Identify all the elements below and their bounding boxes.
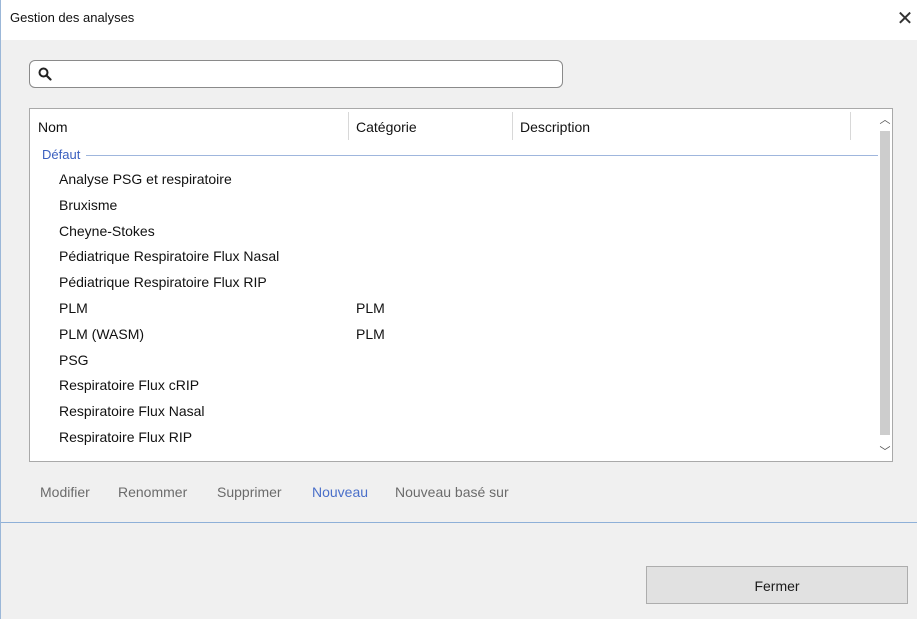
item-name: Respiratoire Flux Nasal xyxy=(59,403,205,419)
column-separator[interactable] xyxy=(512,112,513,140)
item-name: Cheyne-Stokes xyxy=(59,223,155,239)
list-item[interactable]: Cheyne-Stokes xyxy=(30,219,876,245)
group-header-default: Défaut xyxy=(42,147,878,163)
column-header-category[interactable]: Catégorie xyxy=(356,119,417,135)
search-input[interactable] xyxy=(56,64,560,86)
list-item[interactable]: PLM PLM xyxy=(30,296,876,322)
list-item[interactable]: Respiratoire Flux Nasal xyxy=(30,399,876,425)
new-button[interactable]: Nouveau xyxy=(312,484,368,500)
item-name: Bruxisme xyxy=(59,197,118,213)
list-item[interactable]: Pédiatrique Respiratoire Flux RIP xyxy=(30,270,876,296)
group-label: Défaut xyxy=(42,147,87,162)
list-header: Nom Catégorie Description xyxy=(30,109,892,145)
item-name: Analyse PSG et respiratoire xyxy=(59,171,232,187)
column-separator[interactable] xyxy=(850,112,851,140)
column-header-name[interactable]: Nom xyxy=(38,119,68,135)
list-item[interactable]: PLM (WASM) PLM xyxy=(30,322,876,348)
analysis-manager-dialog: Gestion des analyses ✕ Nom Catégorie Des… xyxy=(0,0,917,619)
item-name: PSG xyxy=(59,352,89,368)
new-based-on-button[interactable]: Nouveau basé sur xyxy=(395,484,509,500)
scroll-up-icon[interactable]: ︿ xyxy=(878,111,892,129)
vertical-scrollbar[interactable]: ︿ ﹀ xyxy=(878,109,892,461)
close-button[interactable]: Fermer xyxy=(646,566,908,604)
column-separator[interactable] xyxy=(348,112,349,140)
list-item[interactable]: Respiratoire Flux cRIP xyxy=(30,373,876,399)
item-category: PLM xyxy=(356,300,385,316)
list-item[interactable]: Analyse PSG et respiratoire xyxy=(30,167,876,193)
footer-divider xyxy=(1,522,917,523)
scroll-down-icon[interactable]: ﹀ xyxy=(878,443,892,461)
scrollbar-thumb[interactable] xyxy=(880,131,890,435)
list-item[interactable]: Respiratoire Flux RIP xyxy=(30,425,876,451)
analysis-list[interactable]: Nom Catégorie Description Défaut Analyse… xyxy=(29,108,893,462)
dialog-title: Gestion des analyses xyxy=(10,10,135,25)
item-name: PLM (WASM) xyxy=(59,326,145,342)
item-name: Pédiatrique Respiratoire Flux Nasal xyxy=(59,248,280,264)
item-name: Pédiatrique Respiratoire Flux RIP xyxy=(59,274,267,290)
list-item[interactable]: Bruxisme xyxy=(30,193,876,219)
delete-button[interactable]: Supprimer xyxy=(217,484,282,500)
rename-button[interactable]: Renommer xyxy=(118,484,187,500)
modify-button[interactable]: Modifier xyxy=(40,484,90,500)
group-divider xyxy=(42,155,878,156)
column-header-description[interactable]: Description xyxy=(520,119,590,135)
title-bar: Gestion des analyses ✕ xyxy=(1,0,917,40)
item-name: Respiratoire Flux RIP xyxy=(59,429,193,445)
list-item[interactable]: Pédiatrique Respiratoire Flux Nasal xyxy=(30,244,876,270)
close-icon[interactable]: ✕ xyxy=(894,6,916,32)
search-field[interactable] xyxy=(29,60,563,88)
item-name: Respiratoire Flux cRIP xyxy=(59,377,200,393)
item-name: PLM xyxy=(59,300,88,316)
list-item[interactable]: PSG xyxy=(30,348,876,374)
search-icon xyxy=(38,67,52,81)
item-category: PLM xyxy=(356,326,385,342)
